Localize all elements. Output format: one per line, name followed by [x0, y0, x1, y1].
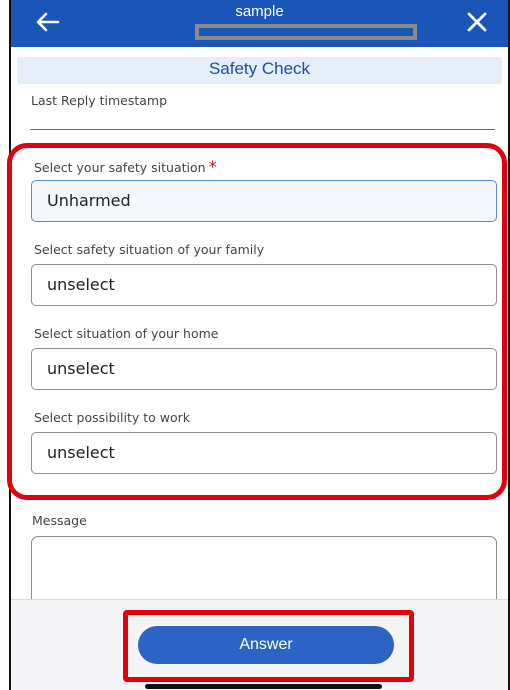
last-reply-underline [30, 129, 495, 130]
last-reply-label: Last Reply timestamp [31, 93, 168, 108]
app-header: sample [11, 0, 508, 47]
home-situation-value: unselect [47, 359, 115, 378]
safety-situation-label-text: Select your safety situation [34, 160, 206, 175]
header-title: sample [235, 3, 284, 20]
work-possibility-value: unselect [47, 443, 115, 462]
message-label: Message [32, 513, 87, 528]
work-possibility-label: Select possibility to work [34, 410, 191, 425]
required-marker: * [208, 157, 217, 176]
work-possibility-select[interactable]: unselect [31, 432, 497, 474]
family-situation-value: unselect [47, 275, 115, 294]
home-indicator [145, 684, 382, 689]
phone-screen: sample Safety Check Last Reply timestamp… [0, 0, 510, 690]
family-situation-label: Select safety situation of your family [34, 242, 265, 257]
safety-situation-label: Select your safety situation * [34, 157, 217, 176]
safety-situation-value: Unharmed [47, 191, 131, 210]
section-title: Safety Check [208, 59, 311, 78]
redacted-header-text [195, 24, 417, 40]
safety-situation-select[interactable]: Unharmed [31, 180, 497, 222]
home-situation-select[interactable]: unselect [31, 348, 497, 390]
family-situation-select[interactable]: unselect [31, 264, 497, 306]
home-situation-label: Select situation of your home [34, 326, 219, 341]
close-icon[interactable] [462, 7, 492, 37]
section-header: Safety Check [17, 57, 502, 84]
answer-button[interactable]: Answer [138, 626, 394, 664]
